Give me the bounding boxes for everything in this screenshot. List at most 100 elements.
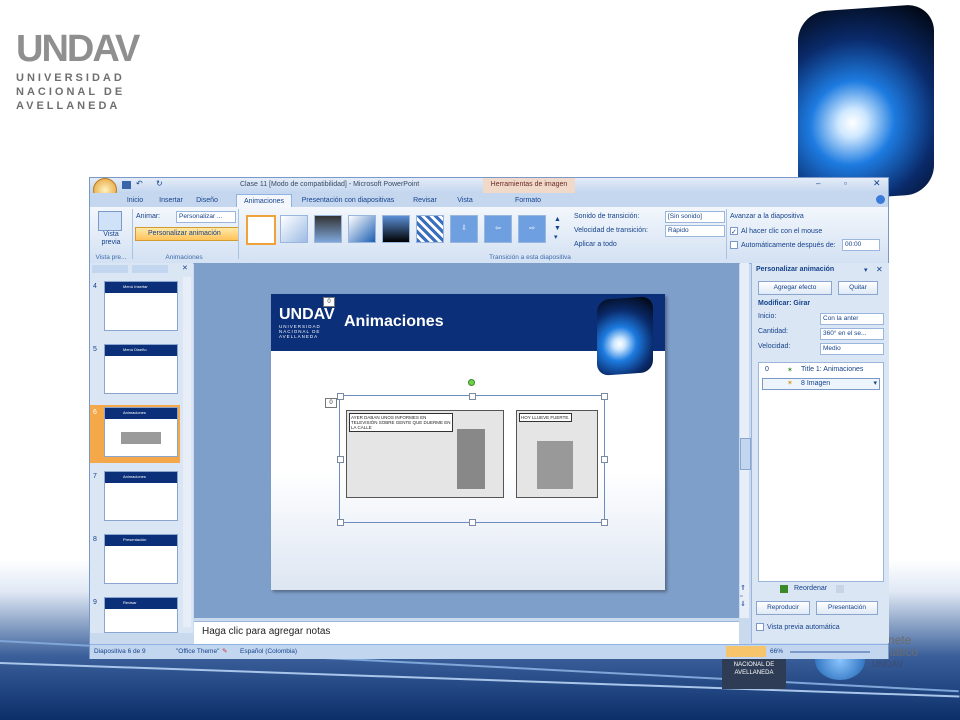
tab-animaciones[interactable]: Animaciones (236, 194, 292, 208)
speed-select[interactable]: Medio (820, 343, 884, 355)
undo-icon[interactable]: ↶ (136, 179, 143, 188)
slide-thumbnail-selected[interactable]: Animaciones (104, 407, 178, 457)
start-select[interactable]: Con la anter (820, 313, 884, 325)
tab-inicio[interactable]: Inicio (120, 194, 150, 207)
tab-revisar[interactable]: Revisar (408, 194, 442, 207)
comic-panel-2: HOY LLUEVE FUERTE. (516, 410, 598, 498)
preview-button[interactable]: Vista previa (94, 231, 128, 247)
transition-wipe-left[interactable]: ⇦ (484, 215, 512, 243)
move-down-icon[interactable] (836, 585, 844, 593)
animation-list[interactable]: 0 ✶ Title 1: Animaciones ✶ 8 Imagen ▾ (758, 362, 884, 582)
speed-select[interactable]: Rápido (665, 225, 725, 237)
save-icon[interactable] (122, 181, 131, 189)
outline-tab[interactable] (132, 265, 168, 273)
zoom-level[interactable]: 66% (770, 648, 783, 655)
custom-animation-button[interactable]: Personalizar animación (135, 227, 239, 241)
slide-thumbnail[interactable]: Menú Diseño (104, 344, 178, 394)
play-button[interactable]: Reproducir (756, 601, 810, 615)
slideshow-button[interactable]: Presentación (816, 601, 878, 615)
on-click-checkbox[interactable]: ✓ Al hacer clic con el mouse (730, 227, 822, 236)
resize-handle[interactable] (601, 519, 608, 526)
slide-number: 9 (93, 599, 97, 606)
view-buttons[interactable] (726, 646, 766, 657)
apply-all-button[interactable]: Aplicar a todo (574, 241, 617, 248)
help-icon[interactable] (876, 195, 885, 204)
add-effect-button[interactable]: Agregar efecto (758, 281, 832, 295)
scroll-thumb[interactable] (740, 438, 751, 470)
slide-nav-arrows[interactable]: ⇑ ▫ ⇓ (740, 585, 746, 609)
slide-thumbnail[interactable]: Animaciones (104, 471, 178, 521)
gallery-scroll[interactable]: ▲ ▼ ▾ (554, 215, 561, 242)
checkbox-checked-icon: ✓ (730, 227, 738, 236)
transition-cut-black[interactable] (382, 215, 410, 243)
transition-none[interactable] (246, 215, 276, 245)
maximize-icon[interactable]: ▫ (844, 179, 847, 188)
custom-animation-pane: Personalizar animación ▾ ✕ Agregar efect… (751, 263, 889, 643)
divider (726, 209, 727, 259)
start-label: Inicio: (758, 313, 777, 320)
transition-fade-black[interactable] (314, 215, 342, 243)
task-pane-menu-icon[interactable]: ▾ (864, 266, 868, 274)
sound-select[interactable]: [Sin sonido] (665, 211, 725, 223)
chevron-down-icon[interactable]: ▾ (873, 379, 877, 387)
resize-handle[interactable] (337, 393, 344, 400)
slide-canvas[interactable]: UNDAV UNIVERSIDAD NACIONAL DE AVELLANEDA… (271, 294, 665, 590)
undav-logo: UNDAV UNIVERSIDAD NACIONAL DE AVELLANEDA (16, 28, 140, 112)
language[interactable]: Español (Colombia) (240, 648, 297, 655)
amount-select[interactable]: 360° en el se... (820, 328, 884, 340)
notes-pane[interactable]: Haga clic para agregar notas (194, 621, 739, 644)
checkbox-icon (730, 241, 738, 249)
autopreview-checkbox[interactable]: Vista previa automática (756, 623, 840, 631)
move-up-icon[interactable] (780, 585, 788, 593)
remove-button[interactable]: Quitar (838, 281, 878, 295)
slide-number: 8 (93, 536, 97, 543)
effect-star-icon: ✶ (787, 367, 793, 374)
transition-cut[interactable] (348, 215, 376, 243)
close-icon[interactable]: ✕ (873, 178, 881, 189)
group-label-transition: Transición a esta diapositiva (489, 254, 571, 261)
resize-handle[interactable] (469, 519, 476, 526)
minimize-icon[interactable]: – (816, 179, 820, 188)
slide-thumbnail[interactable]: Revisar (104, 597, 178, 633)
tab-diseno[interactable]: Diseño (192, 194, 222, 207)
slides-tab[interactable] (92, 265, 128, 273)
task-pane-close-icon[interactable]: ✕ (876, 265, 883, 274)
slide-thumbnail[interactable]: Menú Insertar (104, 281, 178, 331)
resize-handle[interactable] (601, 456, 608, 463)
tab-vista[interactable]: Vista (450, 194, 480, 207)
tab-presentacion[interactable]: Presentación con diapositivas (296, 194, 400, 207)
tab-formato[interactable]: Formato (504, 194, 552, 207)
auto-time-field[interactable]: 00:00 (842, 239, 880, 251)
transition-wipe-down[interactable]: ⇩ (450, 215, 478, 243)
resize-handle[interactable] (601, 393, 608, 400)
slide-title[interactable]: Animaciones (344, 313, 444, 331)
resize-handle[interactable] (469, 393, 476, 400)
task-pane-title: Personalizar animación (756, 266, 835, 273)
transition-wipe-right[interactable]: ⇨ (518, 215, 546, 243)
transition-fade[interactable] (280, 215, 308, 243)
list-item-selected[interactable]: ✶ 8 Imagen ▾ (762, 378, 880, 390)
rotate-handle[interactable] (468, 379, 475, 386)
list-item[interactable]: Title 1: Animaciones (801, 366, 863, 373)
close-pane-icon[interactable]: ✕ (182, 264, 188, 272)
slides-pane: ✕ 4 Menú Insertar 5 Menú Diseño 6 Animac… (90, 263, 193, 633)
animate-select[interactable]: Personalizar ... (176, 211, 236, 223)
slides-scrollbar[interactable] (183, 277, 191, 627)
window-title: Clase 11 [Modo de compatibilidad] - Micr… (240, 181, 420, 188)
slide-thumbnail[interactable]: Presentación (104, 534, 178, 584)
editing-scrollbar[interactable]: ⇑ ▫ ⇓ (740, 263, 751, 618)
animation-tag: 0 (325, 398, 337, 408)
speed-label: Velocidad: (758, 343, 791, 350)
resize-handle[interactable] (337, 456, 344, 463)
selected-image[interactable]: AYER DABAN UNOS INFORMES EN TELEVISIÓN S… (337, 379, 608, 526)
effect-star-icon: ✶ (787, 380, 793, 387)
preview-icon[interactable] (98, 211, 122, 231)
spellcheck-icon[interactable]: ✎ (222, 647, 227, 655)
advance-title: Avanzar a la diapositiva (730, 213, 804, 220)
auto-after-checkbox[interactable]: Automáticamente después de: (730, 241, 836, 249)
resize-handle[interactable] (337, 519, 344, 526)
zoom-slider[interactable] (790, 651, 870, 653)
transition-dissolve[interactable] (416, 215, 444, 243)
tab-insertar[interactable]: Insertar (154, 194, 188, 207)
redo-icon[interactable]: ↻ (156, 179, 163, 188)
